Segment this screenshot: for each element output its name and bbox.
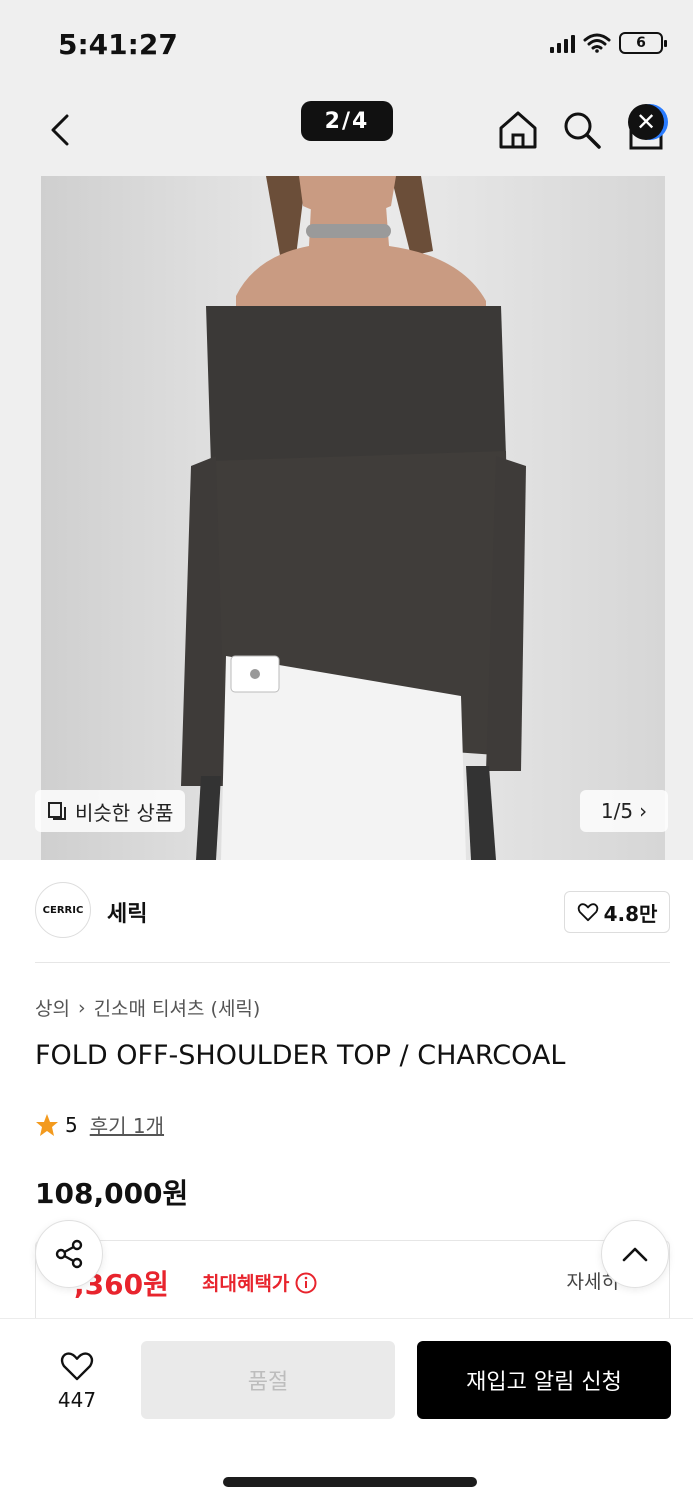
restock-alert-button[interactable]: 재입고 알림 신청 xyxy=(417,1341,671,1419)
brand-like-count: 4.8만 xyxy=(603,901,658,926)
similar-icon xyxy=(48,802,66,820)
divider xyxy=(35,962,670,963)
battery-level: 6 xyxy=(636,35,646,51)
info-icon[interactable] xyxy=(295,1272,317,1294)
chevron-right-icon: › xyxy=(639,799,648,823)
chevron-up-icon xyxy=(622,1247,648,1262)
rating-score: 5 xyxy=(65,1112,78,1137)
breadcrumb-child[interactable]: 긴소매 티셔츠 (세릭) xyxy=(94,994,261,1021)
wishlist-button[interactable]: 447 xyxy=(40,1341,114,1421)
benefit-label-text: 최대혜택가 xyxy=(202,1273,290,1295)
battery-icon: 6 xyxy=(619,32,667,54)
product-photo xyxy=(41,176,665,860)
wifi-icon xyxy=(583,33,611,53)
heart-icon xyxy=(60,1352,94,1381)
search-button[interactable] xyxy=(560,108,604,152)
close-button[interactable]: ✕ xyxy=(628,104,664,140)
home-indicator xyxy=(223,1477,477,1487)
heart-icon xyxy=(577,903,598,922)
share-icon xyxy=(55,1239,83,1269)
home-button[interactable] xyxy=(496,108,540,152)
bottom-action-bar: 447 품절 재입고 알림 신청 xyxy=(0,1318,693,1500)
signal-icon xyxy=(550,33,575,53)
image-counter[interactable]: 1/5 › xyxy=(580,790,668,832)
rating-row: 5 후기 1개 xyxy=(35,1110,164,1139)
breadcrumb-parent[interactable]: 상의 xyxy=(35,994,70,1021)
benefit-label: 최대혜택가 xyxy=(202,1269,317,1296)
status-time: 5:41:27 xyxy=(58,28,178,61)
similar-label: 비슷한 상품 xyxy=(75,800,174,825)
brand-like-button[interactable]: 4.8만 xyxy=(564,891,670,933)
brand-row: CERRIC 세릭 4.8만 xyxy=(35,882,670,942)
brand-name[interactable]: 세릭 xyxy=(107,896,147,928)
product-image[interactable] xyxy=(41,176,665,860)
status-icons: 6 xyxy=(550,32,667,54)
benefit-box[interactable]: ,360원 최대혜택가 자세히 xyxy=(35,1240,670,1330)
home-icon xyxy=(499,111,537,149)
close-icon: ✕ xyxy=(635,108,657,136)
page-counter: 2/4 xyxy=(301,101,393,141)
search-icon xyxy=(564,112,601,149)
status-bar: 5:41:27 6 xyxy=(0,0,693,90)
top-nav: 2/4 xyxy=(0,95,693,165)
scroll-top-button[interactable] xyxy=(601,1220,669,1288)
back-button[interactable] xyxy=(40,105,80,155)
product-title: FOLD OFF-SHOULDER TOP / CHARCOAL xyxy=(35,1040,566,1071)
wishlist-count: 447 xyxy=(57,1388,97,1412)
similar-products-button[interactable]: 비슷한 상품 xyxy=(35,790,186,832)
brand-logo[interactable]: CERRIC xyxy=(35,882,91,938)
breadcrumb-separator: › xyxy=(77,996,86,1019)
review-link[interactable]: 후기 1개 xyxy=(90,1110,164,1139)
product-price: 108,000원 xyxy=(35,1177,189,1210)
soldout-button: 품절 xyxy=(141,1341,395,1419)
star-icon xyxy=(36,1113,58,1136)
image-counter-text: 1/5 xyxy=(600,799,634,823)
share-button[interactable] xyxy=(35,1220,103,1288)
breadcrumb: 상의 › 긴소매 티셔츠 (세릭) xyxy=(35,994,260,1021)
back-icon xyxy=(51,114,69,146)
